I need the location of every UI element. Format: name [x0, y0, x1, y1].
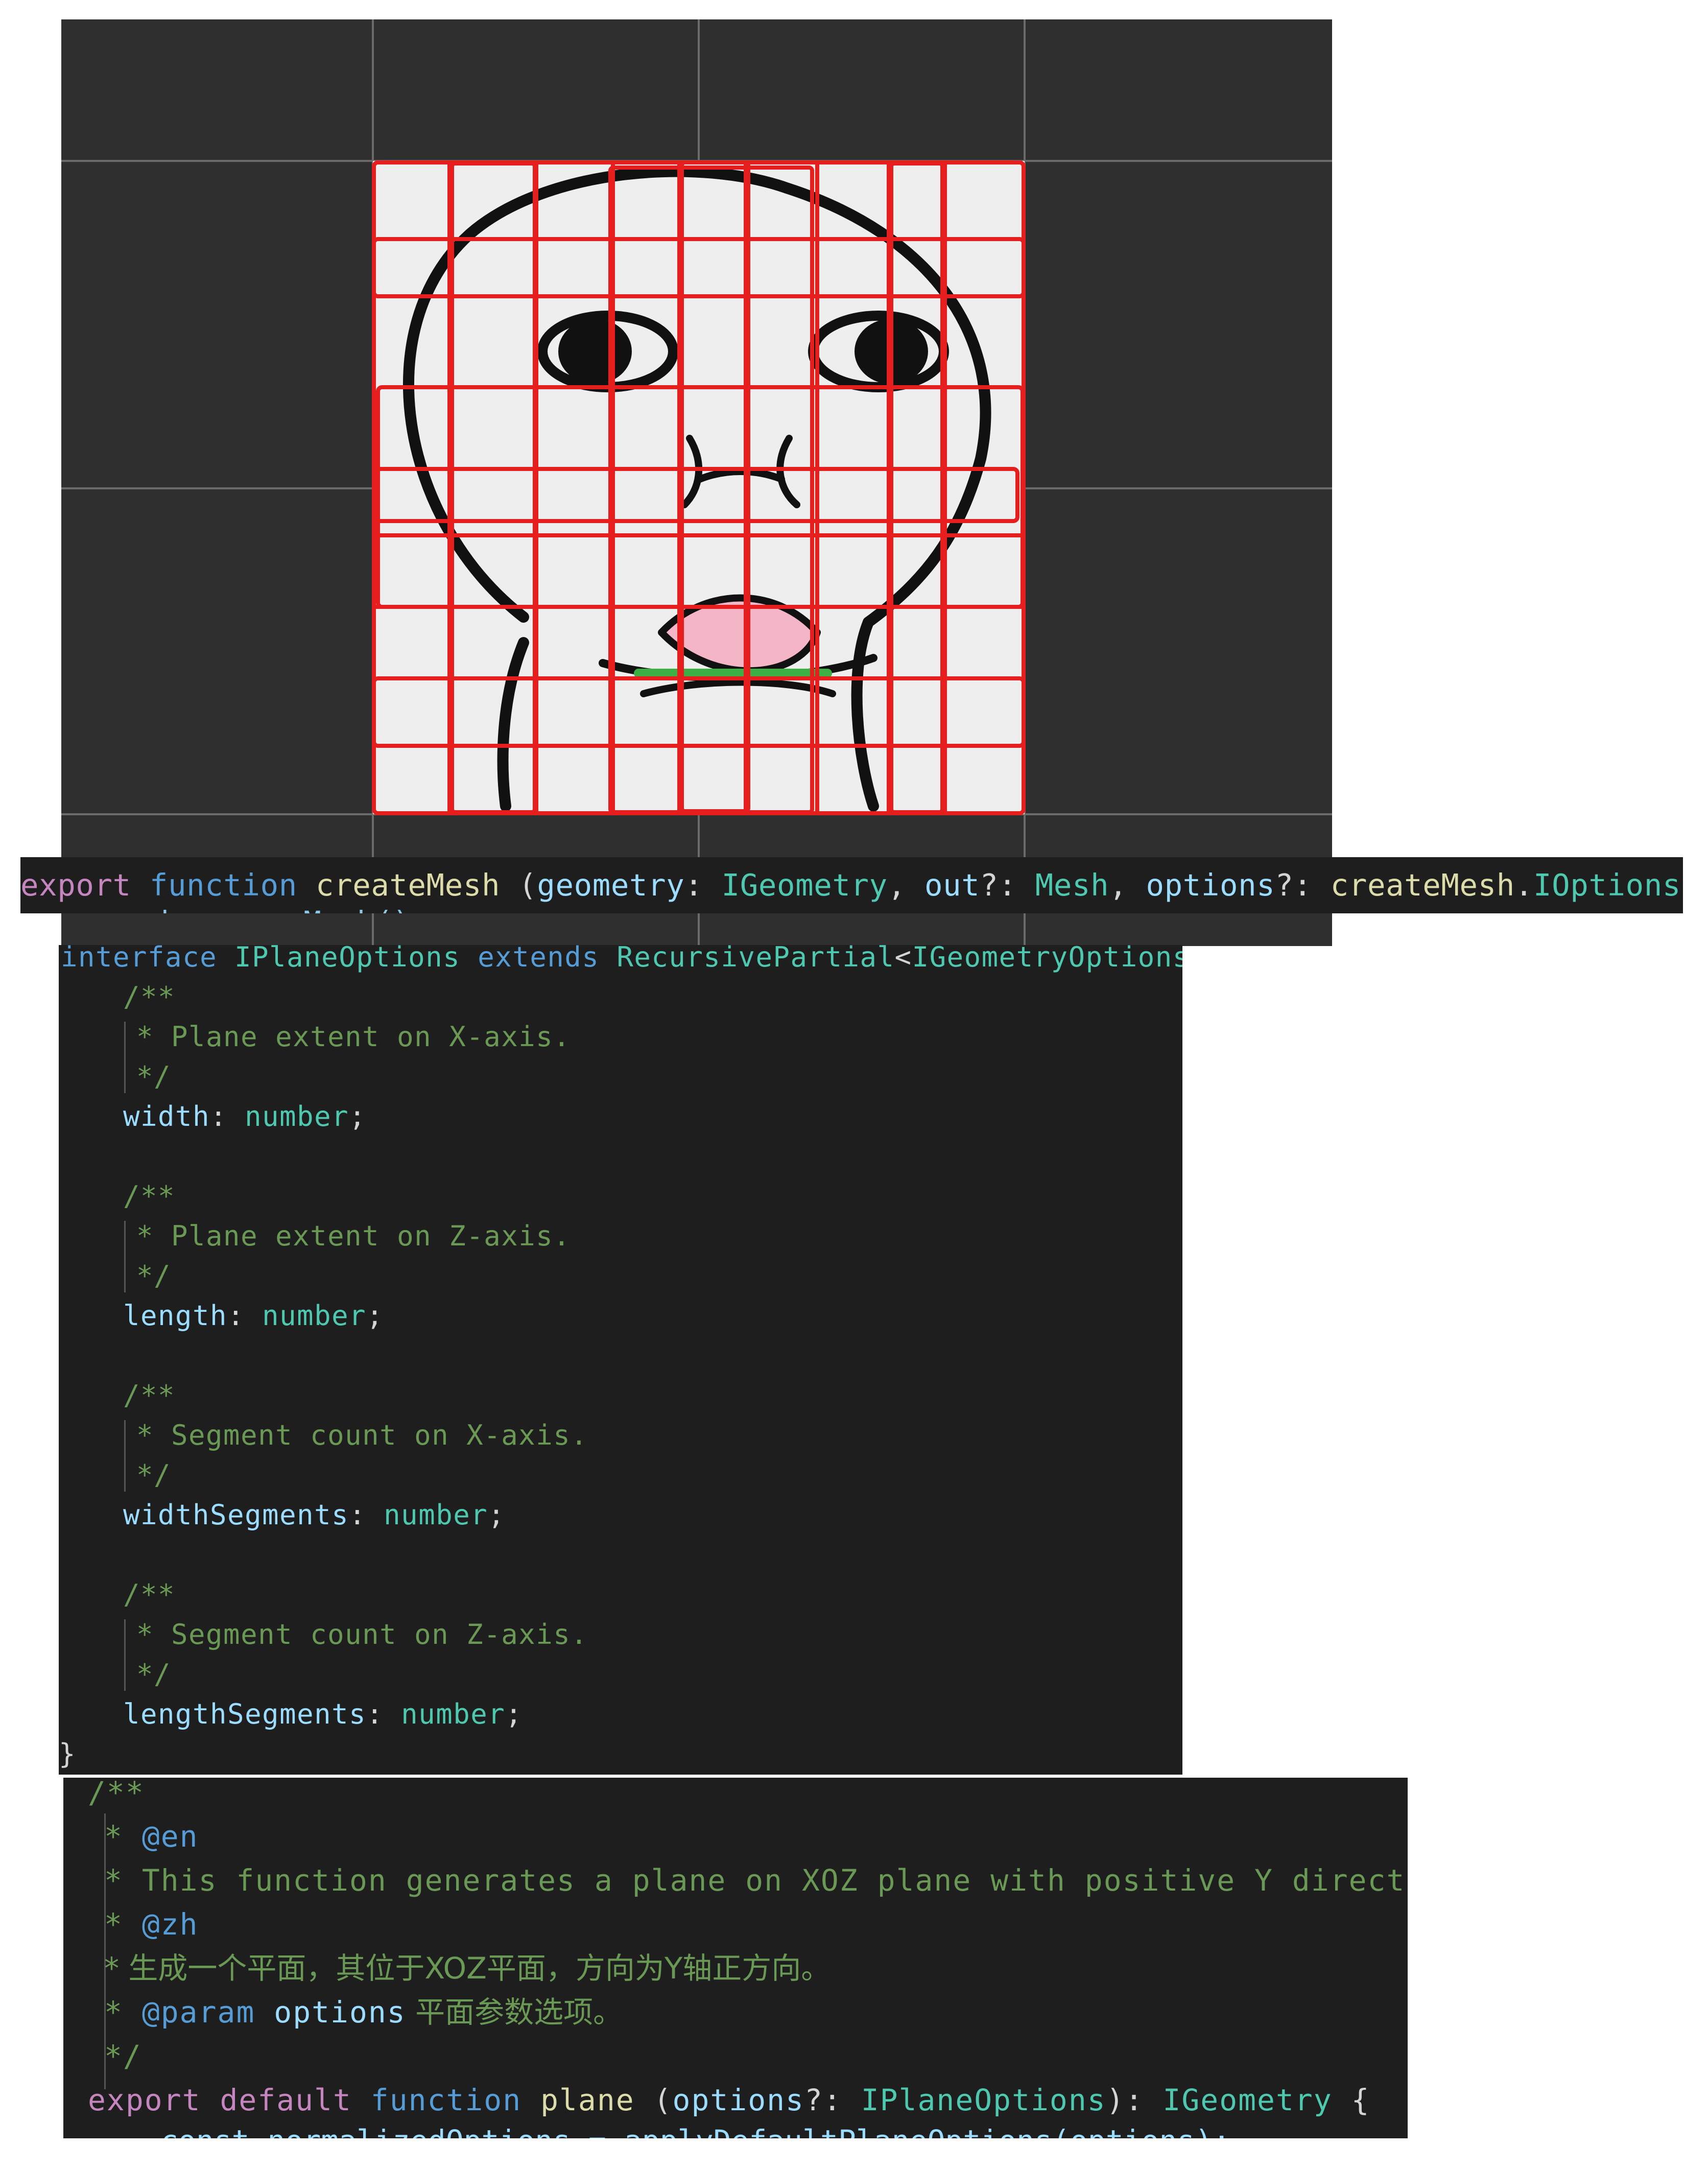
doc-comment-open: /**: [123, 1379, 176, 1411]
doc-comment-text: * Segment count on X-axis.: [136, 1419, 588, 1451]
closing-brace: }: [59, 1738, 77, 1770]
punctuation: ;: [366, 1300, 384, 1332]
export-keyword: export: [20, 867, 131, 903]
indent-guide: [124, 1619, 126, 1691]
punctuation: (: [500, 867, 537, 903]
param-options: options: [672, 2083, 804, 2117]
doc-comment-close: */: [136, 1260, 172, 1292]
field-type: number: [245, 1100, 349, 1133]
field-name: widthSegments: [123, 1499, 349, 1531]
punctuation: :: [349, 1499, 384, 1531]
doc-en-text: * This function generates a plane on XOZ…: [104, 1863, 1408, 1898]
plane-signature: export default function plane (options?:…: [88, 2082, 1370, 2118]
punctuation: {: [1332, 2083, 1370, 2117]
doc-en-tag-line: * @en: [104, 1819, 199, 1854]
function-name: createMesh: [315, 867, 501, 903]
create-mesh-signature: export function createMesh (geometry: IG…: [20, 857, 1683, 913]
punctuation: :: [227, 1300, 263, 1332]
field-name: width: [123, 1100, 210, 1133]
doc-comment-open: /**: [123, 1180, 176, 1212]
type-iplaneoptions: IPlaneOptions: [861, 2083, 1106, 2117]
function-name: plane: [540, 2083, 635, 2117]
punctuation: ) {: [1681, 867, 1683, 903]
doc-comment-close: */: [136, 1658, 172, 1690]
param-geometry: geometry: [537, 867, 685, 903]
doc-comment-text: * Plane extent on X-axis.: [136, 1021, 571, 1053]
signature-line: export function createMesh (geometry: IG…: [20, 867, 1683, 903]
punctuation: ?:: [1275, 867, 1331, 903]
punctuation: ;: [349, 1100, 367, 1133]
punctuation: :: [210, 1100, 245, 1133]
punctuation: .: [1514, 867, 1534, 903]
param-description: 平面参数选项。: [406, 1995, 623, 2030]
punctuation: ,: [1109, 867, 1146, 903]
function-keyword: function: [149, 867, 297, 903]
punctuation: (: [634, 2083, 673, 2117]
param-out: out: [924, 867, 980, 903]
viewport-canvas[interactable]: [61, 19, 1332, 946]
comment-star: *: [104, 1819, 142, 1854]
field-name: length: [123, 1300, 228, 1332]
return-type: IGeometry: [1163, 2083, 1333, 2117]
function-keyword: function: [370, 2083, 522, 2117]
doc-comment-open: /**: [88, 1778, 145, 1810]
interface-name: IPlaneOptions: [234, 945, 461, 973]
cut-off-line: const normalizedOptions = applyDefaultPl…: [160, 2123, 1230, 2138]
doc-comment-close: */: [136, 1459, 172, 1491]
doc-comment-open: /**: [123, 1578, 176, 1611]
type-ioptions: IOptions: [1533, 867, 1681, 903]
punctuation: ):: [1106, 2083, 1163, 2117]
jsdoc-tag: @param: [141, 1995, 255, 2030]
comment-star: *: [104, 1995, 142, 2030]
field-length: length: number;: [123, 1300, 384, 1332]
jsdoc-tag: @zh: [141, 1907, 199, 1942]
indent-guide: [124, 1420, 126, 1492]
field-length-segments: lengthSegments: number;: [123, 1698, 523, 1731]
extends-keyword: extends: [478, 945, 600, 973]
type-igeometry: IGeometry: [721, 867, 888, 903]
punctuation: :: [684, 867, 722, 903]
cut-off-line: mesh = new Mesh(): [107, 904, 411, 913]
doc-zh-text: * 生成一个平面，其位于XOZ平面，方向为Y轴正方向。: [104, 1951, 831, 1986]
plane-function-panel: /** * @en * This function generates a pl…: [63, 1778, 1408, 2138]
comment-star: *: [104, 1907, 142, 1942]
type-mesh: Mesh: [1035, 867, 1109, 903]
punctuation: ?:: [804, 2083, 861, 2117]
indent-guide: [124, 1221, 126, 1292]
type-namespace: createMesh: [1330, 867, 1515, 903]
punctuation: ,: [887, 867, 924, 903]
doc-comment-close: */: [104, 2039, 142, 2073]
doc-comment-open: /**: [123, 981, 176, 1013]
param-options: options: [1146, 867, 1275, 903]
doc-comment-text: * Plane extent on Z-axis.: [136, 1220, 571, 1252]
doc-comment-close: */: [136, 1060, 172, 1093]
doc-comment-text: * Segment count on Z-axis.: [136, 1618, 588, 1650]
export-keyword: export: [88, 2083, 201, 2117]
field-type: number: [262, 1300, 367, 1332]
indent-guide: [124, 1022, 126, 1093]
jsdoc-tag: @en: [141, 1819, 199, 1854]
punctuation: <: [894, 945, 912, 973]
field-type: number: [401, 1698, 506, 1730]
field-type: number: [384, 1499, 488, 1531]
interface-code-panel: interface IPlaneOptions extends Recursiv…: [59, 945, 1182, 1775]
punctuation: ;: [488, 1499, 506, 1531]
field-name: lengthSegments: [123, 1698, 367, 1730]
punctuation: ;: [505, 1698, 523, 1730]
interface-keyword: interface: [61, 945, 218, 973]
mesh-scene: [61, 19, 1332, 946]
doc-zh-tag-line: * @zh: [104, 1906, 199, 1942]
generic-type: IGeometryOptions: [912, 945, 1182, 973]
base-type: RecursivePartial: [616, 945, 895, 973]
field-width: width: number;: [123, 1100, 366, 1133]
punctuation: ?:: [980, 867, 1035, 903]
punctuation: :: [366, 1698, 401, 1730]
doc-param-line: * @param options 平面参数选项。: [104, 1994, 623, 2030]
param-name: options: [274, 1995, 406, 2030]
default-keyword: default: [220, 2083, 352, 2117]
field-width-segments: widthSegments: number;: [123, 1499, 505, 1531]
interface-declaration: interface IPlaneOptions extends Recursiv…: [61, 945, 1182, 974]
